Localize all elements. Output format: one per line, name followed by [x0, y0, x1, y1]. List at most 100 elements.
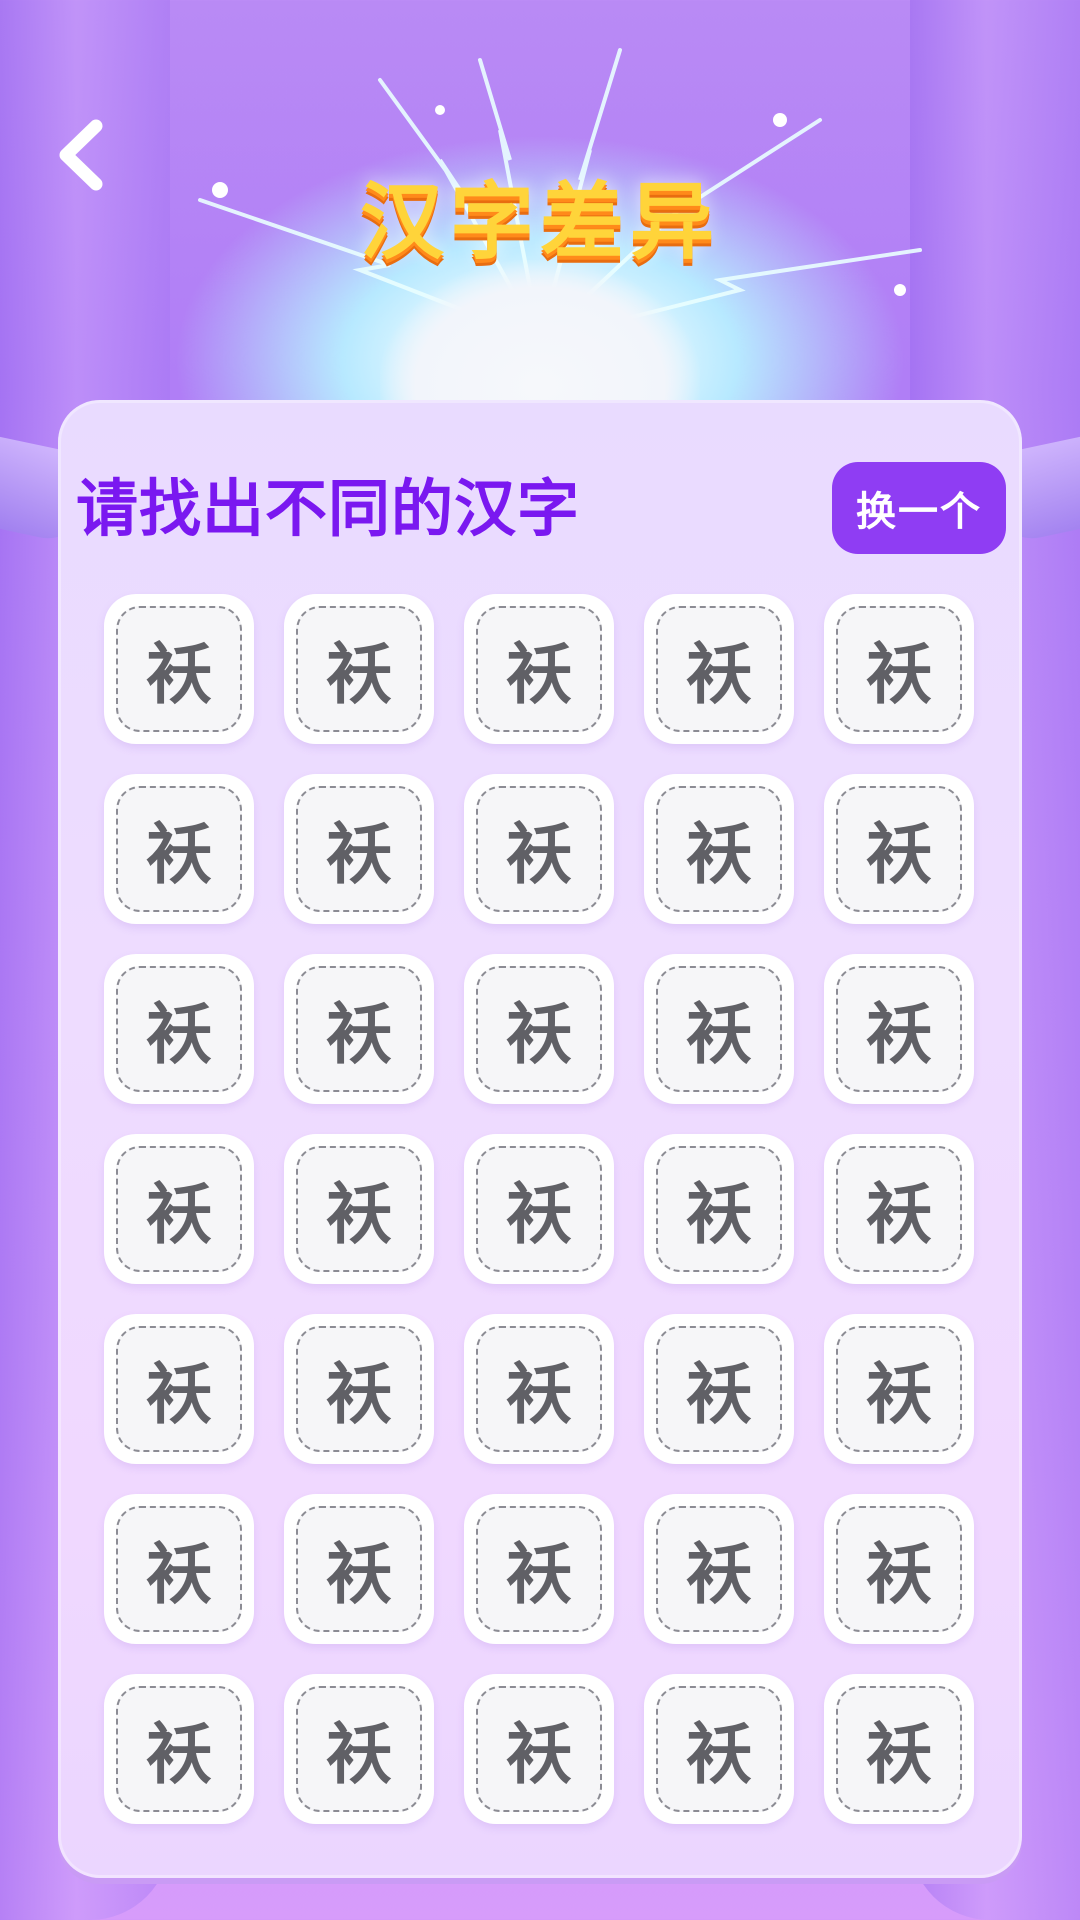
tile-dashed-frame: 袄	[836, 1506, 962, 1632]
character-tile[interactable]: 袄	[644, 954, 794, 1104]
tile-dashed-frame: 袄	[116, 1146, 242, 1272]
tile-dashed-frame: 袄	[836, 1686, 962, 1812]
character-tile[interactable]: 袄	[284, 594, 434, 744]
change-puzzle-button[interactable]: 换一个	[832, 462, 1006, 554]
tile-character: 袄	[146, 816, 212, 893]
character-tile[interactable]: 袄	[464, 1134, 614, 1284]
tile-dashed-frame: 袄	[296, 1686, 422, 1812]
character-tile[interactable]: 袄	[104, 1314, 254, 1464]
tile-character: 袄	[146, 1176, 212, 1253]
character-grid: 袄袄袄袄袄袄袄袄袄袄袄袄袄袄袄袄袄袄袄袄袄袄袄袄袄袄袄袄袄袄袄袄袄袄袄	[104, 594, 974, 1824]
tile-character: 袄	[686, 1356, 752, 1433]
tile-dashed-frame: 袄	[296, 606, 422, 732]
character-tile[interactable]: 袄	[464, 1494, 614, 1644]
tile-dashed-frame: 袄	[656, 966, 782, 1092]
character-tile[interactable]: 袄	[644, 1674, 794, 1824]
character-tile[interactable]: 袄	[464, 1314, 614, 1464]
character-tile[interactable]: 袄	[824, 1134, 974, 1284]
tile-dashed-frame: 袄	[296, 1146, 422, 1272]
tile-dashed-frame: 袄	[476, 1146, 602, 1272]
character-tile[interactable]: 袄	[824, 1494, 974, 1644]
tile-character: 袄	[866, 1176, 932, 1253]
character-tile[interactable]: 袄	[464, 1674, 614, 1824]
tile-dashed-frame: 袄	[656, 606, 782, 732]
character-tile[interactable]: 袄	[464, 594, 614, 744]
tile-dashed-frame: 袄	[836, 606, 962, 732]
tile-character: 袄	[686, 816, 752, 893]
character-tile[interactable]: 袄	[284, 1134, 434, 1284]
character-tile[interactable]: 袄	[104, 1674, 254, 1824]
character-tile[interactable]: 袄	[284, 1494, 434, 1644]
character-tile[interactable]: 袄	[824, 594, 974, 744]
cloud-burst	[380, 260, 700, 400]
tile-character: 袄	[146, 1716, 212, 1793]
character-tile[interactable]: 袄	[104, 954, 254, 1104]
tile-dashed-frame: 袄	[836, 966, 962, 1092]
tile-character: 袄	[866, 816, 932, 893]
tile-character: 袄	[146, 636, 212, 713]
tile-character: 袄	[866, 996, 932, 1073]
tile-dashed-frame: 袄	[836, 1146, 962, 1272]
tile-character: 袄	[506, 1716, 572, 1793]
tile-character: 袄	[326, 636, 392, 713]
character-tile[interactable]: 袄	[644, 594, 794, 744]
game-title: 汉字差异	[359, 175, 720, 269]
character-tile[interactable]: 袄	[644, 774, 794, 924]
character-tile[interactable]: 袄	[104, 1134, 254, 1284]
tile-dashed-frame: 袄	[476, 786, 602, 912]
tile-character: 袄	[686, 1716, 752, 1793]
tile-dashed-frame: 袄	[476, 1686, 602, 1812]
character-tile[interactable]: 袄	[824, 1314, 974, 1464]
character-tile[interactable]: 袄	[284, 1674, 434, 1824]
tile-character: 袄	[686, 1536, 752, 1613]
tile-character: 袄	[506, 1176, 572, 1253]
tile-dashed-frame: 袄	[116, 1506, 242, 1632]
character-tile[interactable]: 袄	[284, 954, 434, 1104]
character-tile[interactable]: 袄	[104, 774, 254, 924]
tile-dashed-frame: 袄	[116, 606, 242, 732]
character-tile[interactable]: 袄	[104, 594, 254, 744]
tile-character: 袄	[866, 1536, 932, 1613]
tile-character: 袄	[506, 1536, 572, 1613]
character-tile[interactable]: 袄	[824, 954, 974, 1104]
tile-character: 袄	[866, 636, 932, 713]
tile-dashed-frame: 袄	[296, 786, 422, 912]
tile-character: 袄	[326, 1176, 392, 1253]
tile-dashed-frame: 袄	[296, 1326, 422, 1452]
tile-dashed-frame: 袄	[836, 1326, 962, 1452]
tile-character: 袄	[326, 1536, 392, 1613]
tile-dashed-frame: 袄	[116, 1326, 242, 1452]
tile-dashed-frame: 袄	[476, 1506, 602, 1632]
tile-dashed-frame: 袄	[836, 786, 962, 912]
tile-character: 袄	[146, 1356, 212, 1433]
tile-dashed-frame: 袄	[116, 1686, 242, 1812]
character-tile[interactable]: 袄	[104, 1494, 254, 1644]
tile-dashed-frame: 袄	[656, 1326, 782, 1452]
tile-dashed-frame: 袄	[656, 1146, 782, 1272]
tile-dashed-frame: 袄	[656, 786, 782, 912]
tile-character: 袄	[506, 636, 572, 713]
character-tile[interactable]: 袄	[464, 774, 614, 924]
tile-character: 袄	[506, 996, 572, 1073]
character-tile[interactable]: 袄	[284, 774, 434, 924]
character-tile[interactable]: 袄	[824, 1674, 974, 1824]
tile-character: 袄	[146, 1536, 212, 1613]
instruction-text: 请找出不同的汉字	[76, 475, 581, 544]
character-tile[interactable]: 袄	[824, 774, 974, 924]
tile-dashed-frame: 袄	[656, 1506, 782, 1632]
tile-character: 袄	[326, 816, 392, 893]
tile-dashed-frame: 袄	[476, 1326, 602, 1452]
tile-character: 袄	[326, 996, 392, 1073]
tile-character: 袄	[326, 1716, 392, 1793]
character-tile[interactable]: 袄	[284, 1314, 434, 1464]
tile-dashed-frame: 袄	[476, 606, 602, 732]
tile-character: 袄	[686, 636, 752, 713]
character-tile[interactable]: 袄	[644, 1134, 794, 1284]
tile-dashed-frame: 袄	[296, 966, 422, 1092]
tile-dashed-frame: 袄	[116, 966, 242, 1092]
character-tile[interactable]: 袄	[644, 1314, 794, 1464]
character-tile[interactable]: 袄	[644, 1494, 794, 1644]
tile-character: 袄	[146, 996, 212, 1073]
character-tile[interactable]: 袄	[464, 954, 614, 1104]
tile-dashed-frame: 袄	[296, 1506, 422, 1632]
